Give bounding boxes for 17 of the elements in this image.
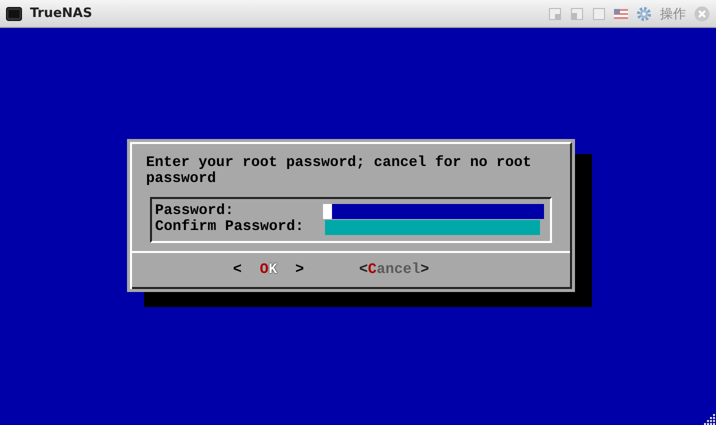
- window-title: TrueNAS: [30, 6, 94, 21]
- text-cursor: [322, 204, 332, 219]
- field-label: Confirm Password:: [155, 220, 305, 235]
- resize-grip-icon[interactable]: [702, 413, 716, 425]
- password-field[interactable]: [322, 204, 544, 219]
- window-icon[interactable]: [570, 6, 584, 20]
- terminal-icon: [6, 6, 22, 20]
- dialog-button[interactable]: <Cancel>: [359, 262, 430, 278]
- dialog-button[interactable]: < OK >: [233, 262, 304, 278]
- dialog-message: Enter your root password; cancel for no root password: [145, 154, 532, 189]
- settings-icon[interactable]: [636, 6, 652, 22]
- close-icon[interactable]: [694, 6, 710, 22]
- window-icon[interactable]: [548, 6, 562, 20]
- flag-icon[interactable]: [614, 6, 628, 20]
- password-field[interactable]: [325, 220, 540, 235]
- window-icon[interactable]: [592, 6, 606, 20]
- field-label: Password:: [155, 204, 235, 219]
